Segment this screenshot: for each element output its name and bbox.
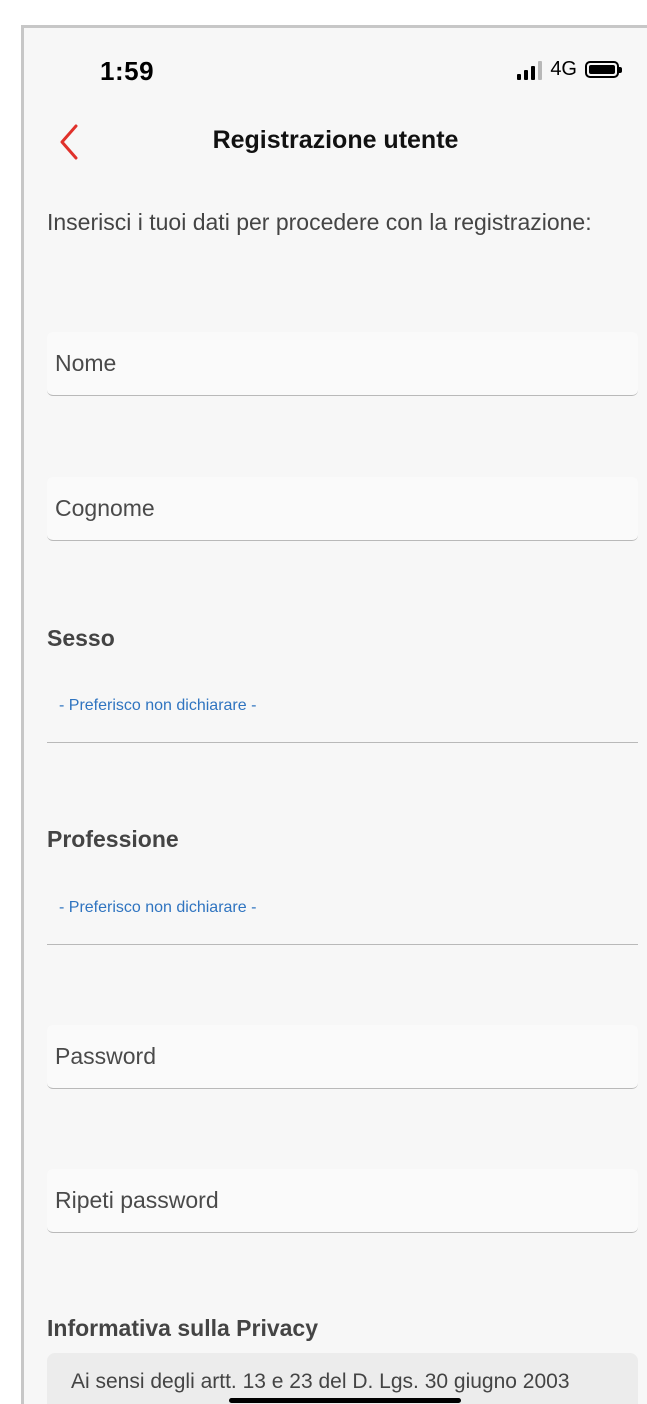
repeat-password-field[interactable] bbox=[47, 1169, 638, 1233]
professione-label: Professione bbox=[47, 826, 179, 852]
network-type: 4G bbox=[550, 58, 577, 80]
password-input[interactable] bbox=[47, 1025, 638, 1088]
password-field[interactable] bbox=[47, 1025, 638, 1089]
page-title: Registrazione utente bbox=[212, 126, 459, 154]
privacy-notice-box[interactable]: Ai sensi degli artt. 13 e 23 del D. Lgs.… bbox=[47, 1353, 638, 1404]
intro-text: Inserisci i tuoi dati per procedere con … bbox=[47, 209, 592, 235]
redaction-mark bbox=[229, 1398, 461, 1403]
status-time: 1:59 bbox=[100, 56, 155, 86]
cellular-signal-icon bbox=[517, 60, 543, 80]
sesso-select[interactable]: - Preferisco non dichiarare - bbox=[47, 683, 638, 743]
cognome-field[interactable] bbox=[47, 477, 638, 541]
status-indicators: 4G bbox=[517, 58, 622, 81]
battery-icon bbox=[585, 61, 622, 78]
privacy-title: Informativa sulla Privacy bbox=[47, 1315, 319, 1341]
sesso-selected-value: - Preferisco non dichiarare - bbox=[59, 697, 257, 714]
app-screen: 1:59 4G Registrazione utente Inserisci i… bbox=[24, 28, 647, 1404]
sesso-label: Sesso bbox=[47, 625, 115, 651]
professione-selected-value: - Preferisco non dichiarare - bbox=[59, 899, 257, 916]
nome-field[interactable] bbox=[47, 332, 638, 396]
repeat-password-input[interactable] bbox=[47, 1169, 638, 1232]
cognome-input[interactable] bbox=[47, 477, 638, 540]
privacy-text: Ai sensi degli artt. 13 e 23 del D. Lgs.… bbox=[71, 1370, 570, 1393]
nome-input[interactable] bbox=[47, 332, 638, 395]
professione-select[interactable]: - Preferisco non dichiarare - bbox=[47, 885, 638, 945]
